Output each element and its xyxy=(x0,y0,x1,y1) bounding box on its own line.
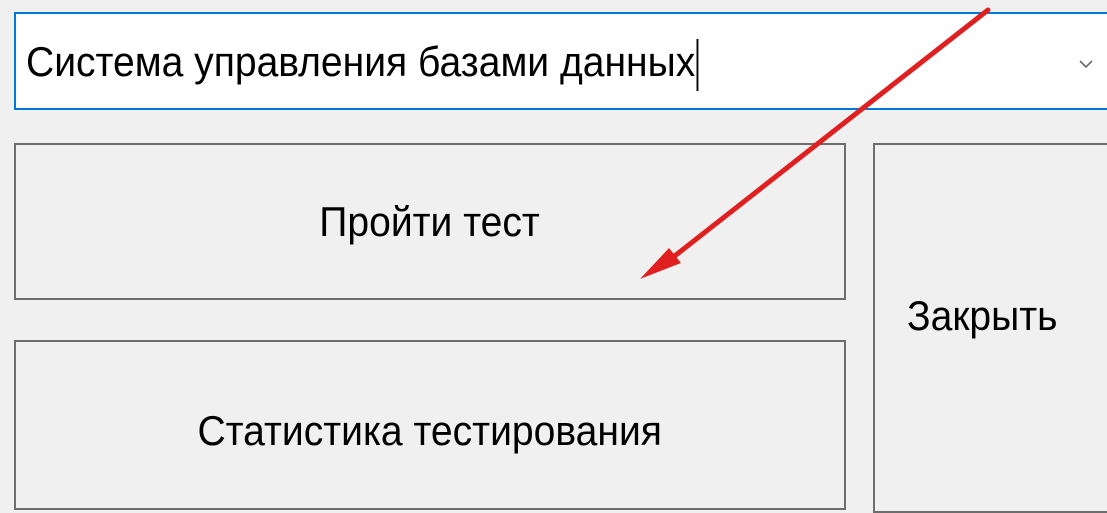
chevron-down-icon xyxy=(1079,60,1093,69)
combobox-selected-value: Система управления базами данных xyxy=(26,38,696,85)
close-button[interactable]: Закрыть xyxy=(873,143,1107,513)
start-test-label: Пройти тест xyxy=(319,197,541,245)
text-cursor xyxy=(696,38,699,91)
test-statistics-label: Статистика тестирования xyxy=(197,407,663,454)
start-test-button[interactable]: Пройти тест xyxy=(14,143,846,300)
test-statistics-button[interactable]: Статистика тестирования xyxy=(14,340,846,510)
combobox-text[interactable]: Система управления базами данных xyxy=(26,30,699,94)
subject-combobox[interactable]: Система управления базами данных xyxy=(14,12,1107,110)
combobox-dropdown-button[interactable] xyxy=(1071,14,1107,108)
close-label: Закрыть xyxy=(907,292,1058,339)
